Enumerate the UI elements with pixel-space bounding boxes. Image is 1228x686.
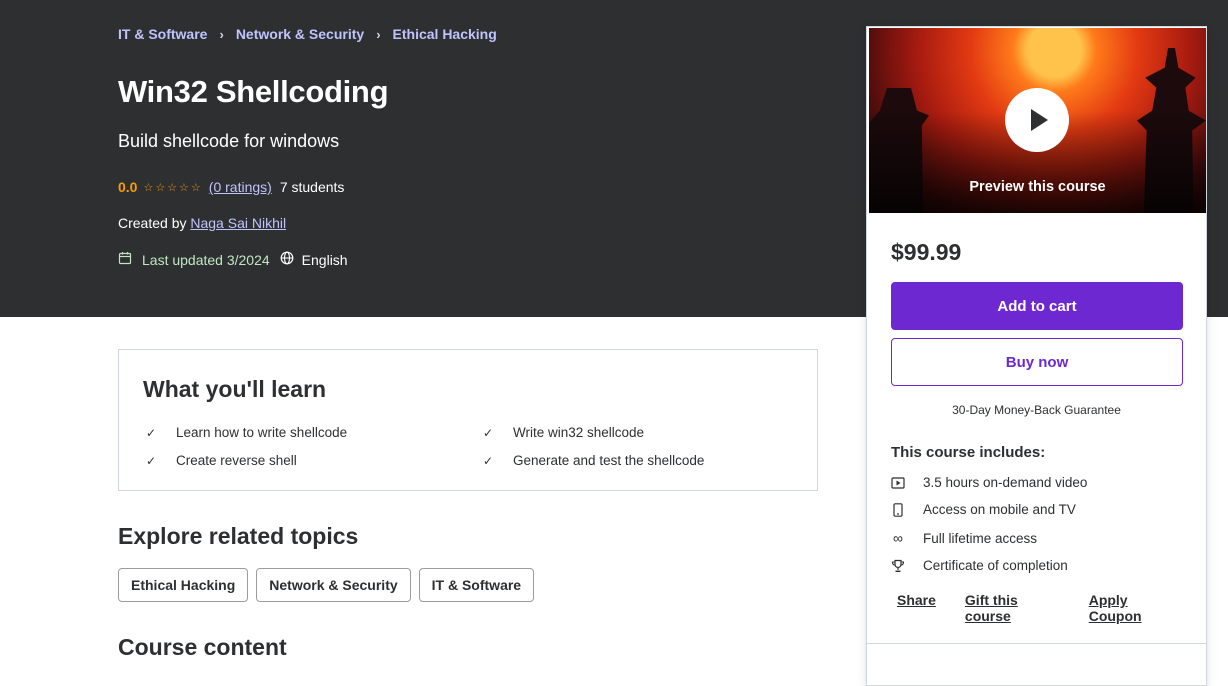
- include-item-mobile: Access on mobile and TV: [891, 502, 1076, 517]
- learn-item: ✓ Generate and test the shellcode: [483, 453, 704, 468]
- chevron-right-icon: ›: [219, 26, 224, 42]
- breadcrumb-network-security[interactable]: Network & Security: [236, 26, 364, 42]
- apply-coupon-link[interactable]: Apply Coupon: [1089, 592, 1177, 624]
- related-topics-list: Ethical Hacking Network & Security IT & …: [118, 568, 542, 602]
- learn-item: ✓ Learn how to write shellcode: [146, 425, 347, 440]
- course-title: Win32 Shellcoding: [118, 74, 389, 109]
- include-item-video: 3.5 hours on-demand video: [891, 475, 1087, 490]
- add-to-cart-button[interactable]: Add to cart: [891, 282, 1183, 330]
- rating-row: 0.0 ☆☆☆☆☆ (0 ratings) 7 students: [118, 179, 344, 195]
- money-back-guarantee: 30-Day Money-Back Guarantee: [952, 403, 1121, 417]
- check-icon: ✓: [483, 425, 494, 440]
- include-text: Access on mobile and TV: [923, 502, 1076, 517]
- include-item-certificate: Certificate of completion: [891, 558, 1068, 573]
- course-meta: Last updated 3/2024 English: [118, 251, 348, 268]
- include-text: 3.5 hours on-demand video: [923, 475, 1088, 490]
- play-button-icon[interactable]: [1005, 88, 1069, 152]
- sidebar-actions: Share Gift this course Apply Coupon: [897, 592, 1206, 624]
- buy-now-button[interactable]: Buy now: [891, 338, 1183, 386]
- learn-item: ✓ Create reverse shell: [146, 453, 297, 468]
- instructor-link[interactable]: Naga Sai Nikhil: [190, 215, 286, 231]
- course-preview-video[interactable]: Preview this course: [869, 28, 1206, 213]
- include-item-lifetime: ∞ Full lifetime access: [891, 530, 1037, 546]
- purchase-sidebar: Preview this course $99.99 Add to cart B…: [866, 26, 1207, 686]
- learn-heading: What you'll learn: [143, 376, 327, 402]
- course-content-heading: Course content: [118, 634, 287, 660]
- learn-item: ✓ Write win32 shellcode: [483, 425, 644, 440]
- chevron-right-icon: ›: [376, 26, 381, 42]
- created-by-label: Created by: [118, 215, 187, 231]
- topic-network-security[interactable]: Network & Security: [256, 568, 411, 602]
- last-updated: Last updated 3/2024: [142, 251, 270, 268]
- ratings-link[interactable]: (0 ratings): [209, 179, 272, 195]
- share-link[interactable]: Share: [897, 592, 936, 624]
- learn-item-text: Write win32 shellcode: [513, 425, 645, 440]
- related-topics-heading: Explore related topics: [118, 523, 359, 549]
- gift-course-link[interactable]: Gift this course: [965, 592, 1060, 624]
- course-language: English: [301, 251, 348, 268]
- check-icon: ✓: [146, 453, 157, 468]
- mobile-icon: [891, 502, 905, 517]
- created-by: Created by Naga Sai Nikhil: [118, 215, 286, 231]
- star-rating-icon: ☆☆☆☆☆: [143, 181, 203, 194]
- infinity-icon: ∞: [893, 530, 903, 546]
- what-youll-learn-box: What you'll learn ✓ Learn how to write s…: [118, 349, 818, 491]
- breadcrumb-ethical-hacking[interactable]: Ethical Hacking: [393, 26, 497, 42]
- trophy-icon: [891, 559, 905, 573]
- topic-it-software[interactable]: IT & Software: [418, 568, 535, 602]
- learn-item-text: Create reverse shell: [176, 453, 297, 468]
- learn-item-text: Learn how to write shellcode: [176, 425, 348, 440]
- check-icon: ✓: [146, 425, 157, 440]
- includes-heading: This course includes:: [891, 444, 1046, 461]
- include-text: Certificate of completion: [923, 558, 1068, 573]
- breadcrumb: IT & Software › Network & Security › Eth…: [118, 26, 497, 42]
- students-count: 7 students: [279, 179, 345, 195]
- calendar-icon: [118, 251, 132, 268]
- rating-value: 0.0: [118, 179, 138, 195]
- video-icon: [891, 476, 905, 489]
- learn-item-text: Generate and test the shellcode: [513, 453, 705, 468]
- course-subtitle: Build shellcode for windows: [118, 131, 340, 151]
- preview-label: Preview this course: [969, 179, 1106, 195]
- course-price: $99.99: [891, 239, 962, 265]
- include-text: Full lifetime access: [923, 530, 1038, 546]
- topic-ethical-hacking[interactable]: Ethical Hacking: [118, 568, 249, 602]
- globe-icon: [280, 251, 294, 268]
- breadcrumb-it-software[interactable]: IT & Software: [118, 26, 207, 42]
- sidebar-divider: [867, 643, 1206, 644]
- check-icon: ✓: [483, 453, 494, 468]
